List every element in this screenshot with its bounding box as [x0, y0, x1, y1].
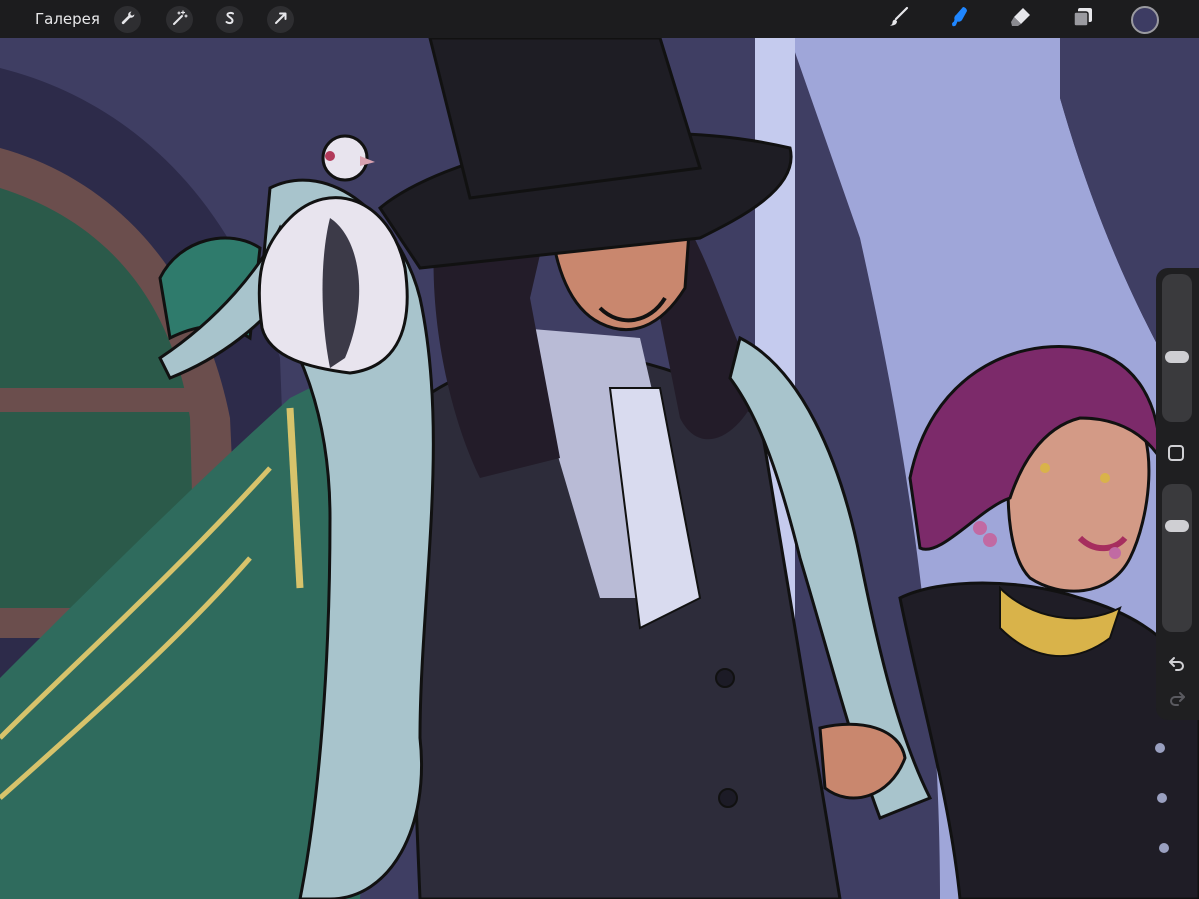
opacity-slider[interactable]: [1162, 484, 1192, 632]
smudge-icon: [948, 5, 972, 33]
procreate-app: Галерея: [0, 0, 1199, 899]
side-slider-panel: [1156, 268, 1199, 720]
layers-button[interactable]: [1071, 7, 1095, 31]
brush-tool-button[interactable]: [887, 5, 911, 33]
transform-button[interactable]: [267, 6, 294, 33]
brush-size-thumb[interactable]: [1165, 351, 1189, 364]
eraser-icon: [1009, 5, 1033, 33]
gallery-button[interactable]: Галерея: [35, 9, 100, 29]
magic-wand-icon: [172, 9, 188, 30]
arrow-cursor-icon: [273, 10, 289, 30]
color-picker-swatch[interactable]: [1131, 6, 1159, 34]
actions-button[interactable]: [114, 6, 141, 33]
layers-icon: [1071, 5, 1095, 33]
wrench-icon: [120, 10, 136, 30]
eraser-tool-button[interactable]: [1009, 7, 1033, 31]
selection-button[interactable]: [216, 6, 243, 33]
adjustments-button[interactable]: [166, 6, 193, 33]
undo-button[interactable]: [1167, 653, 1187, 673]
redo-button[interactable]: [1167, 688, 1187, 708]
brush-icon: [887, 5, 911, 33]
opacity-thumb[interactable]: [1165, 519, 1189, 532]
drawing-canvas[interactable]: [0, 38, 1199, 899]
brush-size-slider[interactable]: [1162, 274, 1192, 422]
top-toolbar: Галерея: [0, 0, 1199, 38]
smudge-tool-button[interactable]: [948, 7, 972, 31]
undo-icon: [1167, 657, 1187, 677]
modify-button[interactable]: [1168, 445, 1184, 461]
selection-s-icon: [222, 10, 238, 30]
artwork-illustration: [0, 38, 1199, 899]
redo-icon: [1167, 692, 1187, 712]
